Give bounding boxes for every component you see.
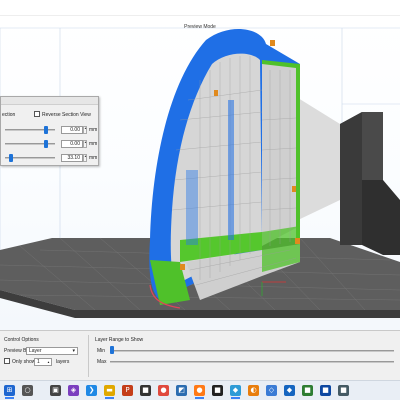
section-panel-header[interactable] bbox=[1, 97, 98, 105]
photos-icon[interactable]: ◩ bbox=[176, 385, 187, 396]
preview-by-value: Layer bbox=[29, 348, 42, 354]
chrome-icon[interactable]: ● bbox=[158, 385, 169, 396]
task-view-icon[interactable]: ▣ bbox=[50, 385, 61, 396]
max-label: Max bbox=[97, 359, 107, 365]
search-icon[interactable]: ○ bbox=[22, 385, 33, 396]
active-app-indicator bbox=[231, 397, 240, 399]
reverse-section-label: Reverse Section View bbox=[42, 112, 91, 118]
blender-icon[interactable]: ◐ bbox=[248, 385, 259, 396]
section-field-y[interactable]: 0.00 bbox=[61, 140, 83, 148]
section-slider-x-thumb[interactable] bbox=[44, 126, 49, 134]
windows-taskbar: ⊞ ○ ▣ ◈ ❯ ▬ P ■ ● ◩ ● ■ ◆ ◐ ◇ ◆ ■ ■ ■ bbox=[0, 380, 400, 400]
printed-part-preview bbox=[149, 28, 300, 309]
app-icon-19[interactable]: ■ bbox=[338, 385, 349, 396]
layers-label: layers bbox=[56, 359, 70, 365]
control-options-panel: Control Options Preview By Layer ▾ Only … bbox=[0, 330, 400, 380]
only-show-layers-field[interactable]: 1 ▲ bbox=[34, 358, 52, 366]
chevron-down-icon: ▾ bbox=[72, 348, 75, 354]
section-label: ection bbox=[2, 112, 16, 118]
section-spin-x[interactable]: ▲ bbox=[83, 126, 87, 134]
start-icon[interactable]: ⊞ bbox=[4, 385, 15, 396]
active-app-indicator bbox=[105, 397, 114, 399]
active-app-indicator bbox=[5, 397, 14, 399]
preview-mode-label: Preview Mode bbox=[184, 24, 216, 30]
section-field-z[interactable]: 33.10 bbox=[61, 154, 83, 162]
controls-divider bbox=[88, 335, 89, 377]
reverse-section-checkbox[interactable] bbox=[34, 111, 40, 117]
app-icon-17[interactable]: ■ bbox=[302, 385, 313, 396]
app-icon-16[interactable]: ◆ bbox=[284, 385, 295, 396]
section-row-y: 0.00 ▲ mm bbox=[1, 139, 100, 149]
control-options-title: Control Options bbox=[4, 337, 39, 343]
visual-studio-icon[interactable]: ◈ bbox=[68, 385, 79, 396]
section-row-x: 0.00 ▲ mm bbox=[1, 125, 100, 135]
terminal-icon[interactable]: ■ bbox=[212, 385, 223, 396]
app-icon-15[interactable]: ◇ bbox=[266, 385, 277, 396]
section-unit-x: mm bbox=[89, 127, 98, 133]
section-field-x[interactable]: 0.00 bbox=[61, 126, 83, 134]
firefox-icon[interactable]: ● bbox=[194, 385, 205, 396]
vscode-icon[interactable]: ❯ bbox=[86, 385, 97, 396]
preview-by-select[interactable]: Layer ▾ bbox=[26, 347, 78, 355]
section-slider-z-thumb[interactable] bbox=[8, 154, 13, 162]
spin-icon: ▲ bbox=[47, 360, 50, 364]
section-unit-y: mm bbox=[89, 141, 98, 147]
min-layer-slider-thumb[interactable] bbox=[110, 346, 114, 354]
dark-app-icon[interactable]: ■ bbox=[140, 385, 151, 396]
max-layer-slider[interactable] bbox=[110, 361, 394, 363]
min-layer-slider[interactable] bbox=[110, 350, 394, 352]
powerpoint-icon[interactable]: P bbox=[122, 385, 133, 396]
only-show-label: Only show bbox=[12, 359, 36, 365]
background-block-object bbox=[298, 98, 400, 255]
section-unit-z: mm bbox=[89, 155, 98, 161]
section-spin-z[interactable]: ▲ bbox=[83, 154, 87, 162]
file-explorer-icon[interactable]: ▬ bbox=[104, 385, 115, 396]
section-row-z: 33.10 ▲ mm bbox=[1, 153, 100, 163]
section-spin-y[interactable]: ▲ bbox=[83, 140, 87, 148]
app-icon-18[interactable]: ■ bbox=[320, 385, 331, 396]
only-show-layers-value: 1 bbox=[37, 359, 40, 365]
active-app-indicator bbox=[195, 397, 204, 399]
layer-range-title: Layer Range to Show bbox=[95, 337, 144, 343]
section-view-panel: ection Reverse Section View 0.00 ▲ mm 0.… bbox=[0, 96, 99, 166]
min-label: Min bbox=[97, 348, 106, 354]
slicer-app-icon[interactable]: ◆ bbox=[230, 385, 241, 396]
only-show-checkbox[interactable] bbox=[4, 358, 10, 364]
section-slider-y-thumb[interactable] bbox=[44, 140, 49, 148]
